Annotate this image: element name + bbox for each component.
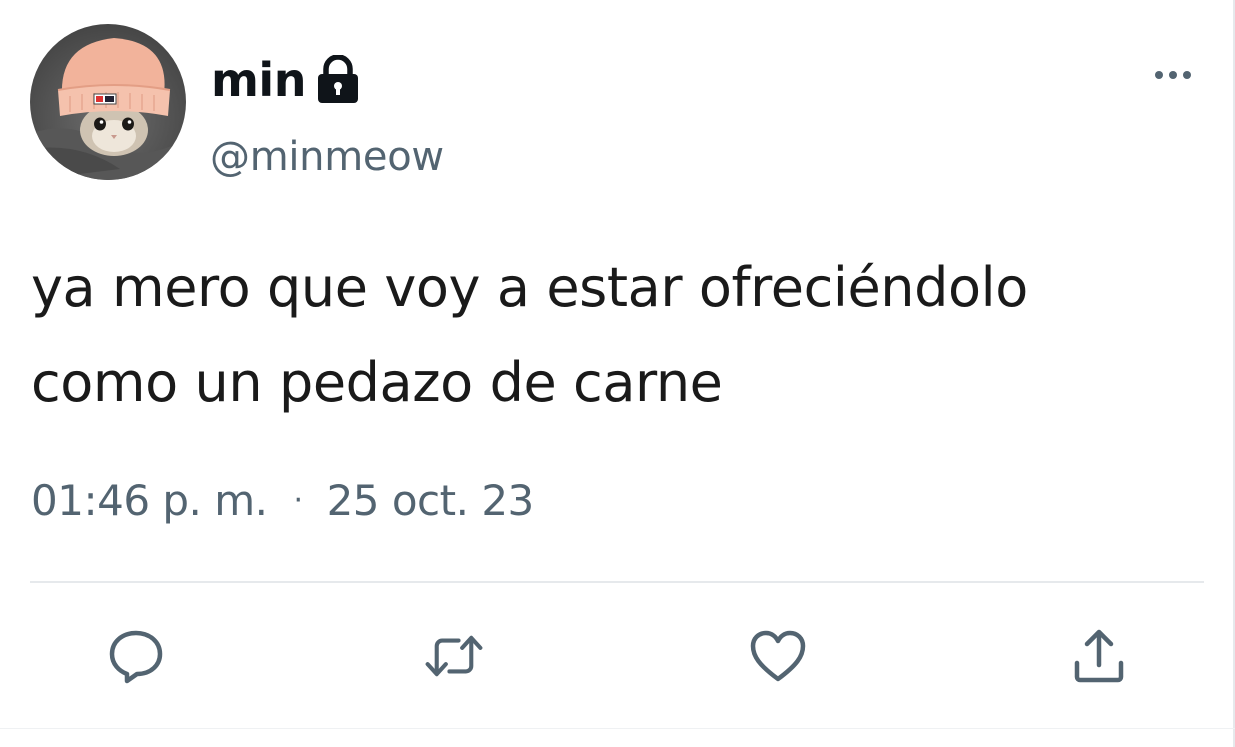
tweet-text: ya mero que voy a estar ofreciéndolo com… [31, 240, 1191, 430]
divider [30, 581, 1204, 583]
display-name[interactable]: min [211, 53, 306, 107]
author-handle[interactable]: @minmeow [210, 134, 444, 180]
share-button[interactable] [1069, 626, 1129, 686]
tweet-text-line-2: como un pedazo de carne [31, 351, 723, 414]
tweet-text-line-1: ya mero que voy a estar ofreciéndolo [31, 256, 1028, 319]
avatar[interactable] [30, 24, 186, 180]
more-icon [1155, 71, 1191, 79]
bottom-divider [0, 728, 1235, 729]
meta-separator: · [293, 482, 304, 518]
tweet-meta: 01:46 p. m. · 25 oct. 23 [31, 470, 534, 530]
share-icon [1074, 629, 1124, 683]
tweet-time[interactable]: 01:46 p. m. [31, 476, 268, 525]
retweet-icon [425, 635, 483, 677]
more-button[interactable] [1145, 60, 1201, 90]
like-button[interactable] [748, 626, 808, 686]
reply-button[interactable] [106, 626, 166, 686]
author-name-row: min [211, 50, 362, 110]
tweet-date[interactable]: 25 oct. 23 [327, 476, 535, 525]
lock-icon [314, 54, 362, 105]
heart-icon [750, 630, 806, 682]
reply-icon [109, 630, 163, 684]
retweet-button[interactable] [424, 626, 484, 686]
